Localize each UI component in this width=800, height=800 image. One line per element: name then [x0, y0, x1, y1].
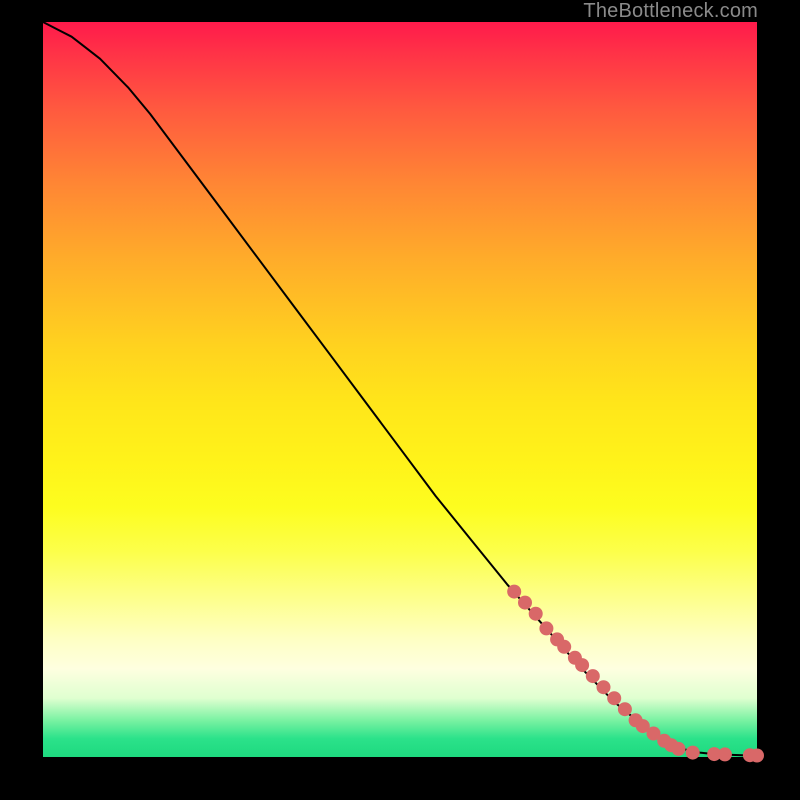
chart-svg	[43, 22, 757, 757]
attribution-text: TheBottleneck.com	[583, 0, 758, 23]
marker-point	[672, 742, 686, 756]
marker-point	[518, 596, 532, 610]
highlight-markers	[507, 585, 764, 763]
marker-point	[607, 691, 621, 705]
marker-point	[618, 702, 632, 716]
marker-point	[686, 746, 700, 760]
marker-point	[597, 680, 611, 694]
plot-area	[43, 22, 757, 757]
marker-point	[507, 585, 521, 599]
marker-point	[575, 658, 589, 672]
marker-point	[586, 669, 600, 683]
marker-point	[718, 747, 732, 761]
marker-point	[539, 621, 553, 635]
curve-line	[43, 22, 757, 756]
marker-point	[529, 607, 543, 621]
marker-point	[750, 749, 764, 763]
chart-frame: TheBottleneck.com	[0, 0, 800, 800]
marker-point	[557, 640, 571, 654]
